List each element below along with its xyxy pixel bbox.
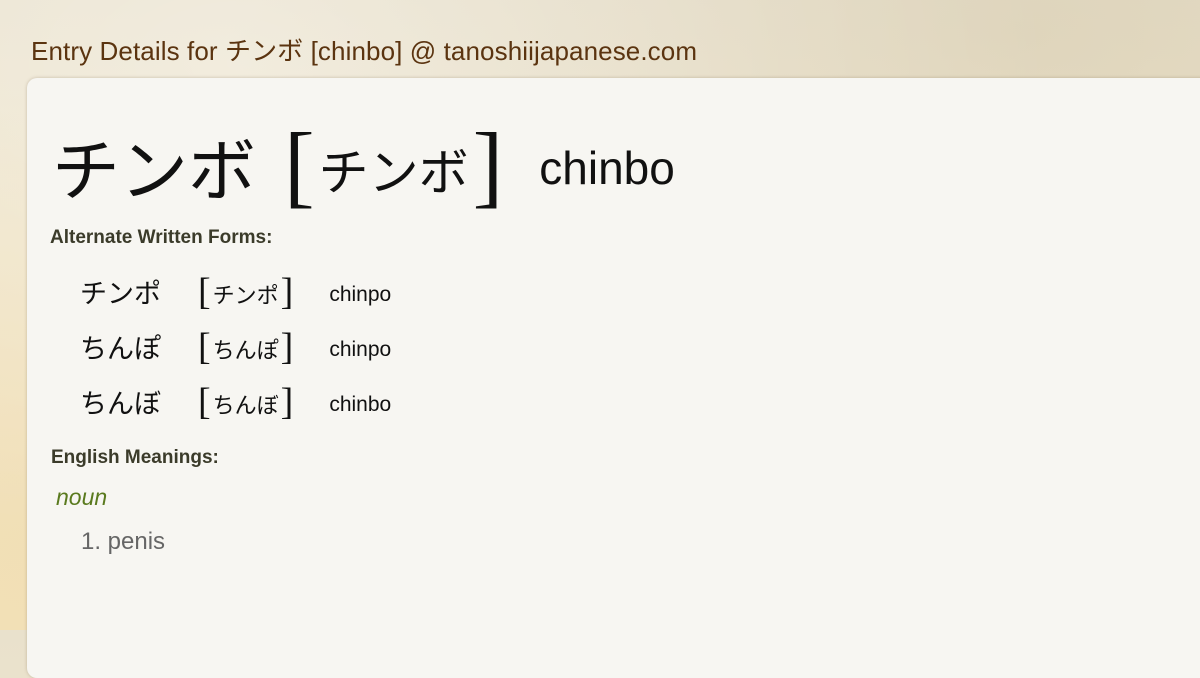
alternate-form-reading: ちんぼ [212,393,279,419]
alternate-form-kanji: ちんぼ [80,389,161,420]
alternate-forms-label: Alternate Written Forms: [50,227,273,248]
alternate-form-bracket-open: [ [198,380,211,423]
alternate-form-bracket-close: ] [280,325,294,368]
alternate-form-bracket-open: [ [198,325,211,368]
page-title: Entry Details for チンボ [chinbo] @ tanoshi… [31,36,698,66]
english-meanings-label: English Meanings: [51,447,219,468]
headword: チンボ [ チンボ ] chinbo [52,114,675,216]
meaning-item: 1. penis [81,528,166,555]
alternate-form-romaji: chinbo [329,392,392,416]
alternate-form-kanji: チンポ [80,279,161,310]
alternate-form-row: チンポ [ チンポ ] chinpo [80,264,391,319]
alternate-form-bracket-close: ] [280,380,294,423]
alternate-form-bracket-close: ] [280,270,294,313]
alternate-form-reading: チンポ [212,283,279,309]
alternate-form-row: ちんぽ [ ちんぽ ] chinpo [80,319,391,374]
alternate-form-kanji: ちんぽ [80,334,161,365]
headword-romaji: chinbo [539,142,675,194]
alternate-form-reading: ちんぽ [212,338,279,364]
alternate-form-row: ちんぼ [ ちんぼ ] chinbo [80,374,391,429]
alternate-form-romaji: chinpo [329,282,392,306]
part-of-speech-label: noun [56,484,108,510]
headword-bracket-open: [ [284,114,315,216]
alternate-form-bracket-open: [ [198,270,211,313]
alternate-form-romaji: chinpo [329,337,392,361]
headword-bracket-close: ] [472,114,504,216]
headword-reading: チンボ [318,144,469,202]
alternate-forms-list: チンポ [ チンポ ] chinpo ちんぽ [ ちんぽ ] chinpo ちん… [80,264,391,429]
headword-kanji: チンボ [52,132,257,212]
